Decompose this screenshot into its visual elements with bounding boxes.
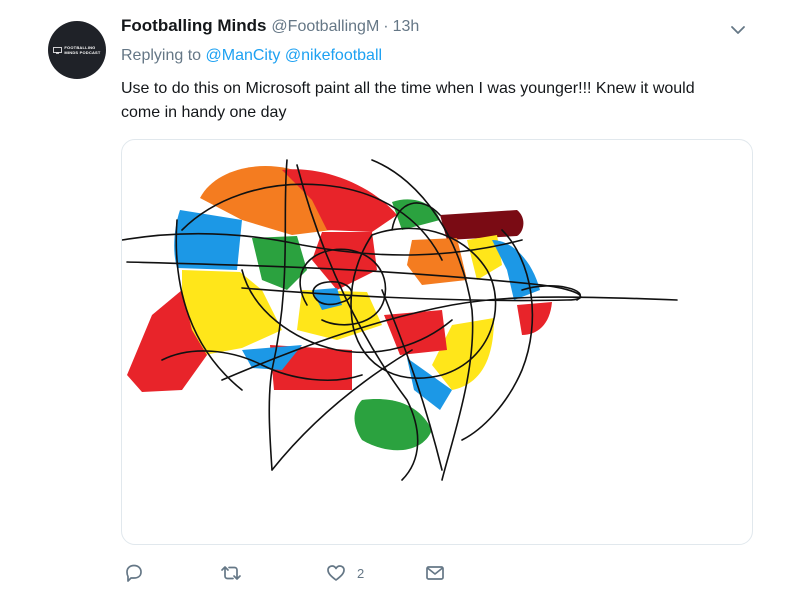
avatar[interactable]: FOOTBALLING MINDS PODCAST	[48, 21, 106, 79]
tweet-card: FOOTBALLING MINDS PODCAST Footballing Mi…	[0, 0, 800, 596]
tweet-text: Use to do this on Microsoft paint all th…	[121, 80, 695, 121]
reply-button[interactable]	[123, 562, 145, 584]
replying-to-line: Replying to @ManCity @nikefootball	[121, 47, 382, 65]
mention-nikefootball[interactable]: @nikefootball	[285, 47, 382, 64]
tweet-header: Footballing Minds @FootballingM · 13h	[121, 16, 419, 38]
logo-icon	[53, 46, 63, 54]
podcast-logo: FOOTBALLING MINDS PODCAST	[53, 45, 100, 55]
mention-mancity[interactable]: @ManCity	[206, 47, 281, 64]
message-button[interactable]	[424, 562, 446, 584]
like-count: 2	[357, 565, 365, 581]
avatar-text-line2: MINDS PODCAST	[64, 50, 101, 55]
paint-drawing	[122, 159, 678, 481]
user-handle[interactable]: @FootballingM	[271, 18, 379, 36]
display-name[interactable]: Footballing Minds	[121, 16, 266, 36]
timestamp[interactable]: 13h	[393, 18, 420, 36]
tweet-actions: 2	[121, 562, 751, 584]
retweet-button[interactable]	[219, 562, 243, 584]
chevron-down-icon[interactable]	[728, 22, 748, 38]
heart-icon	[327, 565, 345, 581]
separator-dot: ·	[383, 18, 389, 35]
like-button[interactable]: 2	[325, 562, 364, 584]
reply-icon	[126, 564, 142, 582]
replying-to-label: Replying to	[121, 47, 202, 64]
envelope-icon	[426, 566, 444, 580]
retweet-icon	[221, 566, 241, 580]
tweet-image[interactable]	[121, 139, 753, 545]
